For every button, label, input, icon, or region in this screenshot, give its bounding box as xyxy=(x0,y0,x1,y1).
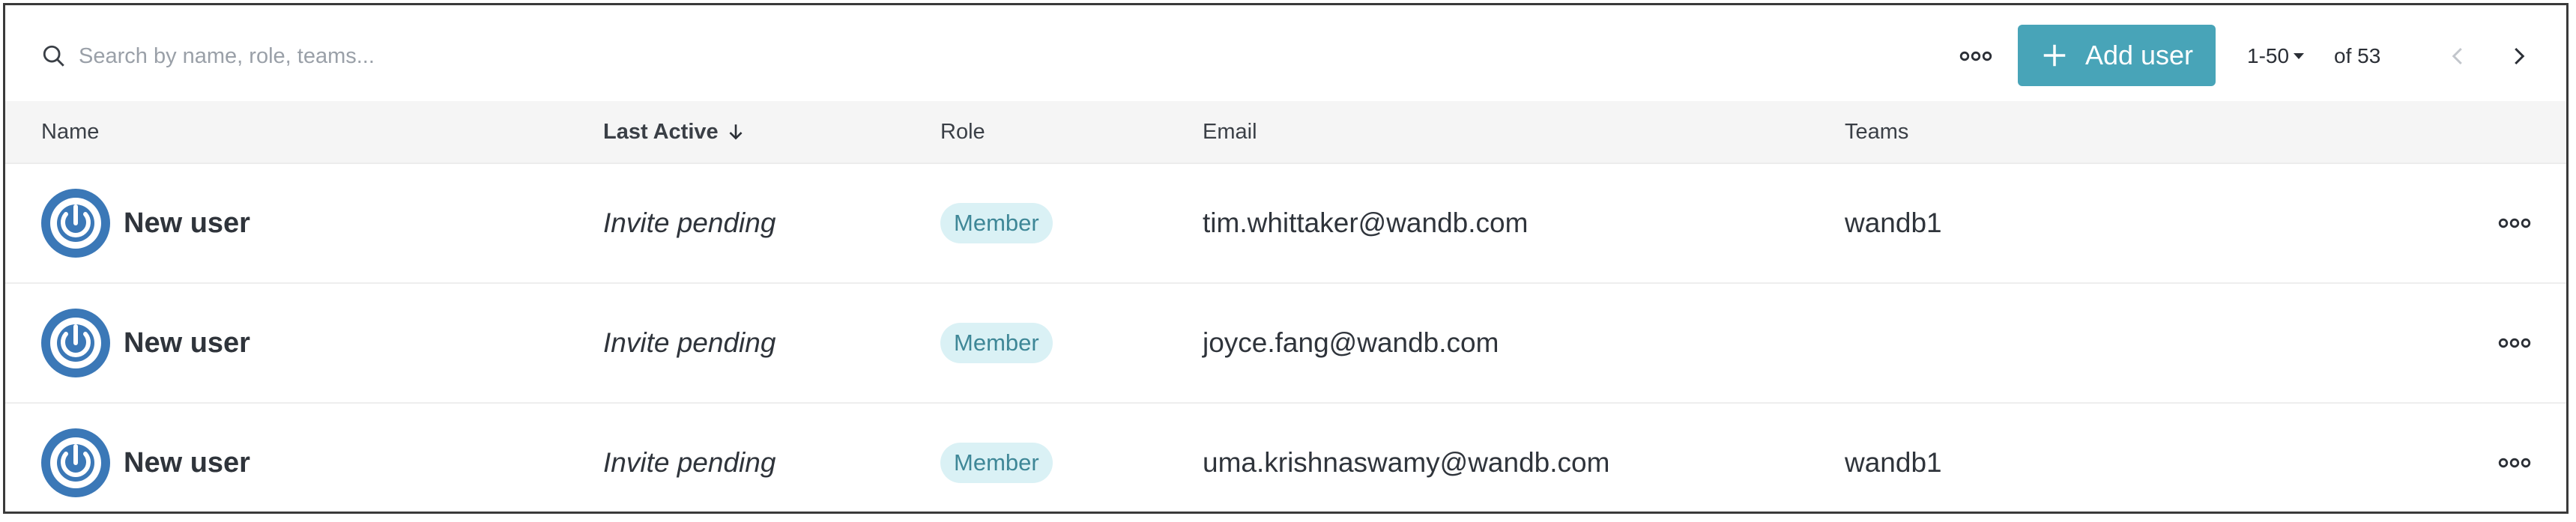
column-label: Teams xyxy=(1845,119,1909,144)
chevron-left-icon xyxy=(2452,47,2462,65)
column-label: Email xyxy=(1203,119,1257,144)
toolbar: Add user 1-50 of 53 xyxy=(5,5,2566,101)
email-cell: uma.krishnaswamy@wandb.com xyxy=(1203,404,1609,522)
role-cell: Member xyxy=(940,164,1053,282)
previous-page-button[interactable] xyxy=(2440,38,2476,74)
table-header: Name Last Active Role Email Teams xyxy=(5,101,2566,164)
email-cell: tim.whittaker@wandb.com xyxy=(1203,164,1528,282)
role-cell: Member xyxy=(940,404,1053,522)
next-page-button[interactable] xyxy=(2500,38,2536,74)
last-active-text: Invite pending xyxy=(603,207,776,238)
column-label: Name xyxy=(41,119,100,144)
user-cell: New user xyxy=(41,284,250,402)
table-row[interactable]: New user Invite pending Member joyce.fan… xyxy=(5,284,2566,404)
column-header-role[interactable]: Role xyxy=(940,101,985,163)
avatar xyxy=(41,189,110,258)
column-header-name[interactable]: Name xyxy=(41,101,99,163)
column-label: Role xyxy=(940,119,985,144)
column-header-email[interactable]: Email xyxy=(1203,101,1257,163)
chevron-right-icon xyxy=(2515,47,2525,65)
add-user-label: Add user xyxy=(2084,40,2194,70)
more-horizontal-icon xyxy=(2498,338,2531,348)
row-actions-button[interactable] xyxy=(2493,210,2536,237)
search-input[interactable] xyxy=(77,43,755,70)
email-text: tim.whittaker@wandb.com xyxy=(1203,207,1529,238)
search-box[interactable] xyxy=(41,35,755,77)
teams-text: wandb1 xyxy=(1845,447,1942,478)
last-active-cell: Invite pending xyxy=(603,284,775,402)
page-total: of 53 xyxy=(2334,41,2380,71)
column-header-last-active[interactable]: Last Active xyxy=(603,101,746,163)
user-name[interactable]: New user xyxy=(124,207,250,240)
plus-icon xyxy=(2043,44,2066,67)
teams-cell: wandb1 xyxy=(1845,164,1942,282)
arrow-down-icon xyxy=(729,124,743,140)
caret-down-icon xyxy=(2294,53,2305,59)
user-name[interactable]: New user xyxy=(124,327,250,359)
last-active-text: Invite pending xyxy=(603,447,776,478)
more-horizontal-icon xyxy=(2498,218,2531,228)
column-header-teams[interactable]: Teams xyxy=(1845,101,1908,163)
row-actions-button[interactable] xyxy=(2493,449,2536,476)
last-active-text: Invite pending xyxy=(603,327,776,358)
last-active-cell: Invite pending xyxy=(603,404,775,522)
column-label: Last Active xyxy=(603,119,719,144)
more-horizontal-icon xyxy=(1959,51,1992,61)
role-badge[interactable]: Member xyxy=(940,323,1053,363)
role-badge[interactable]: Member xyxy=(940,443,1053,483)
search-icon xyxy=(43,45,64,67)
users-panel: Add user 1-50 of 53 Name Last Active xyxy=(3,3,2569,514)
last-active-cell: Invite pending xyxy=(603,164,775,282)
email-cell: joyce.fang@wandb.com xyxy=(1203,284,1499,402)
table-row[interactable]: New user Invite pending Member uma.krish… xyxy=(5,404,2566,522)
page-range-text: 1-50 xyxy=(2247,44,2290,67)
more-options-button[interactable] xyxy=(1953,43,1998,70)
page-total-text: of 53 xyxy=(2334,44,2381,67)
user-name[interactable]: New user xyxy=(124,447,250,479)
add-user-button[interactable]: Add user xyxy=(2018,25,2216,86)
more-horizontal-icon xyxy=(2498,458,2531,468)
teams-text: wandb1 xyxy=(1845,207,1942,238)
user-cell: New user xyxy=(41,404,250,522)
teams-cell: wandb1 xyxy=(1845,404,1942,522)
email-text: joyce.fang@wandb.com xyxy=(1203,327,1499,358)
table-row[interactable]: New user Invite pending Member tim.whitt… xyxy=(5,164,2566,284)
user-cell: New user xyxy=(41,164,250,282)
role-cell: Member xyxy=(940,284,1053,402)
avatar xyxy=(41,309,110,377)
avatar xyxy=(41,428,110,497)
row-actions-button[interactable] xyxy=(2493,330,2536,356)
role-badge[interactable]: Member xyxy=(940,203,1053,243)
page-size-dropdown[interactable]: 1-50 xyxy=(2247,41,2305,71)
email-text: uma.krishnaswamy@wandb.com xyxy=(1203,447,1610,478)
